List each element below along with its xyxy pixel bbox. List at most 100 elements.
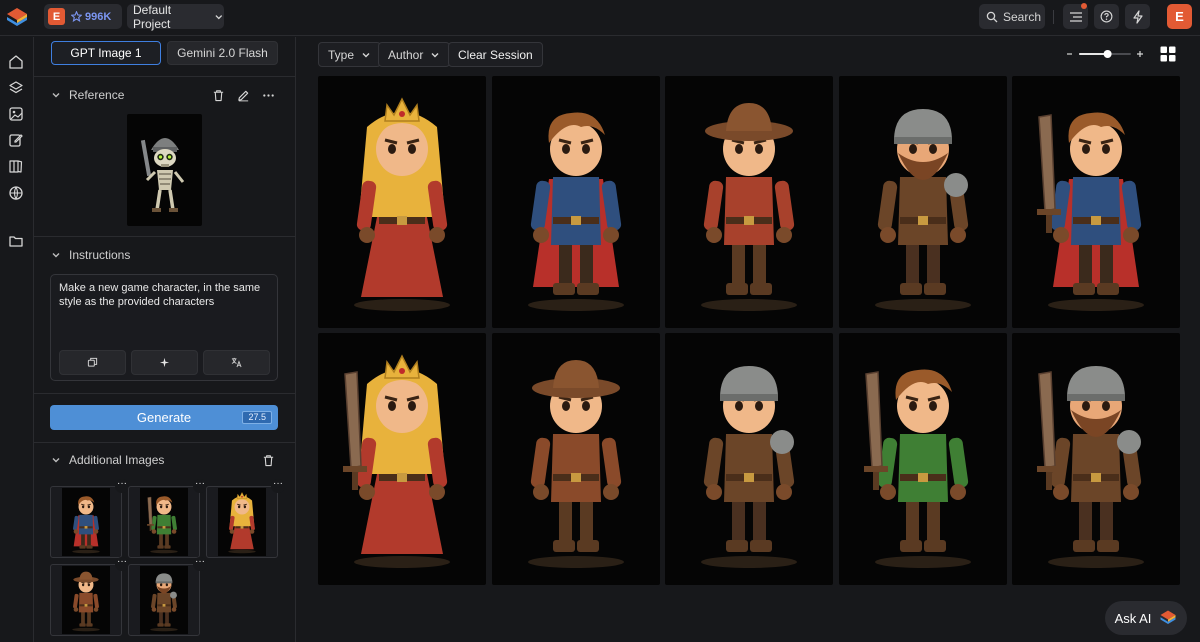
reference-delete-button[interactable] <box>209 86 227 104</box>
rail-library[interactable] <box>6 156 26 176</box>
zoom-in-icon[interactable] <box>1137 51 1143 57</box>
rail-images[interactable] <box>6 104 26 124</box>
additional-image[interactable]: ··· <box>50 557 129 636</box>
translate-prompt-button[interactable] <box>203 350 270 375</box>
project-name: Default Project <box>133 2 172 31</box>
reference-more-button[interactable] <box>259 86 277 104</box>
generate-button[interactable]: Generate 27.5 <box>50 405 278 430</box>
gallery-image-hero-sword-caped[interactable] <box>1012 76 1180 328</box>
generation-panel: GPT Image 1 Gemini 2.0 Flash Reference I… <box>34 37 296 642</box>
rail-layers[interactable] <box>6 78 26 98</box>
reference-header[interactable]: Reference <box>51 86 124 104</box>
more-icon[interactable]: ··· <box>193 479 207 493</box>
section-divider <box>34 236 296 237</box>
more-icon[interactable]: ··· <box>115 557 129 571</box>
chevron-down-icon <box>52 458 60 463</box>
model-tab-gemini[interactable]: Gemini 2.0 Flash <box>167 41 278 65</box>
copy-prompt-button[interactable] <box>59 350 126 375</box>
rail-home[interactable] <box>6 52 26 72</box>
chevron-down-icon <box>52 253 60 258</box>
additional-image[interactable]: ··· <box>128 479 207 558</box>
home-icon <box>9 55 23 69</box>
gallery-image-ranger-hat-leather[interactable] <box>491 333 660 585</box>
copy-icon <box>87 357 98 367</box>
grid-view-icon[interactable] <box>1160 46 1176 62</box>
reference-edit-button[interactable] <box>234 86 252 104</box>
rail-explore[interactable] <box>6 183 26 203</box>
project-selector[interactable]: Default Project <box>127 2 224 31</box>
rail-edit[interactable] <box>6 130 26 150</box>
type-filter[interactable]: Type <box>318 42 382 67</box>
author-filter-label: Author <box>388 47 424 62</box>
gallery-image-dwarf-helmet[interactable] <box>838 76 1007 328</box>
more-icon[interactable]: ··· <box>115 479 129 493</box>
edit-icon <box>9 134 23 147</box>
gallery-image-ranger-hat[interactable] <box>665 76 833 328</box>
character-illustration <box>1037 112 1144 311</box>
book-icon <box>9 160 23 173</box>
additional-images-header[interactable]: Additional Images <box>51 451 164 469</box>
character-illustration <box>1037 366 1144 568</box>
author-filter[interactable]: Author <box>378 42 451 67</box>
rail-files[interactable] <box>6 231 26 251</box>
toolbar-divider <box>1053 10 1054 24</box>
app-logo-icon[interactable] <box>5 6 29 30</box>
ask-ai-button[interactable]: Ask AI <box>1105 601 1187 635</box>
character-illustration <box>150 573 178 632</box>
user-avatar[interactable]: E <box>1167 4 1192 29</box>
reference-title: Reference <box>69 88 125 102</box>
instructions-title: Instructions <box>69 248 131 262</box>
character-illustration <box>228 491 256 554</box>
quick-actions-button[interactable] <box>1125 4 1150 29</box>
character-illustration <box>701 103 797 311</box>
gallery-image-dwarf-sword[interactable] <box>1012 333 1180 585</box>
instructions-text[interactable]: Make a new game character, in the same s… <box>59 281 271 309</box>
character-illustration <box>874 109 971 311</box>
zoom-handle[interactable] <box>1103 50 1112 58</box>
character-illustration <box>354 97 450 311</box>
gallery-image-hero-caped[interactable] <box>491 76 660 328</box>
additional-image-preview <box>140 566 188 634</box>
gallery-image-hero-green-sword[interactable] <box>838 333 1007 585</box>
additional-image-preview <box>140 488 188 556</box>
model-tab-gpt-image[interactable]: GPT Image 1 <box>51 41 161 65</box>
section-divider <box>34 442 296 443</box>
additional-image[interactable]: ··· <box>50 479 129 558</box>
reference-image[interactable] <box>127 114 202 226</box>
generate-label: Generate <box>136 410 192 425</box>
folder-icon <box>9 236 23 247</box>
character-illustration <box>72 571 100 632</box>
more-icon[interactable]: ··· <box>271 479 285 493</box>
help-icon <box>1100 10 1113 23</box>
instructions-input[interactable]: Make a new game character, in the same s… <box>50 274 278 381</box>
top-bar: E 996K Default Project Search E <box>0 0 1200 36</box>
credits-amount: 996K <box>85 10 112 23</box>
gallery-image-princess-sword[interactable] <box>318 333 486 585</box>
additional-images-title: Additional Images <box>69 453 165 467</box>
additional-image[interactable]: ··· <box>206 479 285 558</box>
enhance-prompt-button[interactable] <box>131 350 198 375</box>
clear-session-button[interactable]: Clear Session <box>448 42 543 67</box>
additional-image-preview <box>218 488 266 556</box>
layers-icon <box>9 81 23 94</box>
gallery-image-warrior-helmet[interactable] <box>665 333 833 585</box>
search-button[interactable]: Search <box>979 4 1045 29</box>
notification-dot <box>1081 3 1087 9</box>
image-icon <box>9 107 23 121</box>
section-divider <box>34 393 296 394</box>
chevron-down-icon <box>215 14 223 19</box>
type-filter-label: Type <box>328 47 355 62</box>
instructions-header[interactable]: Instructions <box>51 246 130 264</box>
credits-display[interactable]: E 996K <box>44 4 122 29</box>
character-illustration <box>701 366 797 568</box>
additional-image[interactable]: ··· <box>128 557 207 636</box>
help-button[interactable] <box>1094 4 1119 29</box>
zoom-slider[interactable] <box>1066 46 1144 62</box>
activity-button[interactable] <box>1063 3 1088 29</box>
more-icon[interactable]: ··· <box>193 557 207 571</box>
character-illustration <box>72 496 100 554</box>
additional-images-delete-button[interactable] <box>259 451 277 469</box>
gallery-image-princess[interactable] <box>318 76 486 328</box>
trash-icon <box>213 89 223 101</box>
clear-session-label: Clear Session <box>458 47 533 62</box>
